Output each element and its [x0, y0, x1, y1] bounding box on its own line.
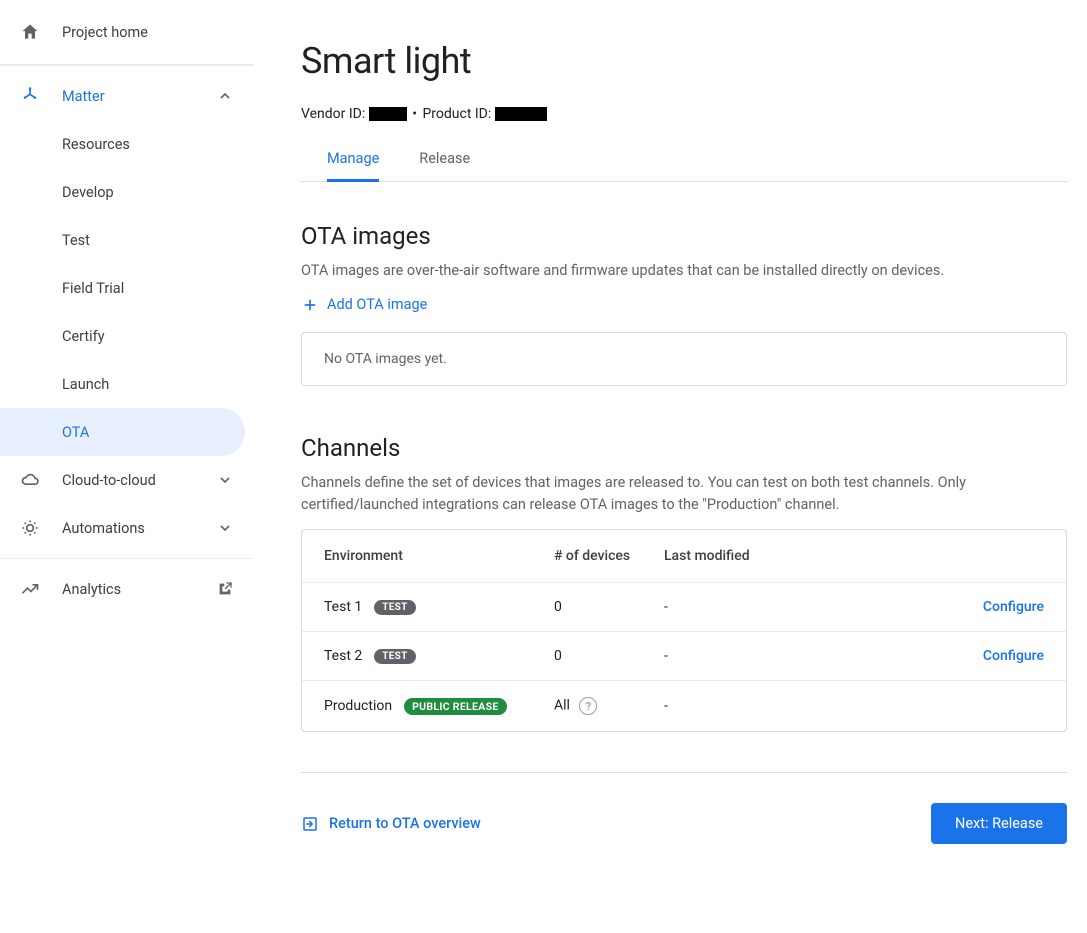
sidebar-sub-resources[interactable]: Resources	[0, 120, 253, 168]
return-label: Return to OTA overview	[329, 815, 481, 832]
help-icon[interactable]: ?	[579, 697, 597, 715]
automations-icon	[20, 518, 62, 538]
channel-name: Test 1	[324, 599, 362, 615]
sidebar-label-matter: Matter	[62, 88, 217, 105]
channel-devices: All	[554, 698, 570, 714]
ota-heading: OTA images	[301, 222, 1067, 250]
meta-separator: •	[412, 106, 417, 122]
return-icon	[301, 815, 319, 833]
sidebar-project-home[interactable]: Project home	[0, 22, 253, 42]
chevron-down-icon	[217, 472, 233, 488]
channel-modified: -	[664, 698, 1044, 714]
sidebar: Project home Matter Resources Develop Te…	[0, 0, 253, 933]
add-ota-label: Add OTA image	[327, 296, 427, 313]
table-row: Production PUBLIC RELEASE All ? -	[302, 680, 1066, 731]
plus-icon	[301, 296, 319, 314]
device-meta: Vendor ID: • Product ID:	[301, 106, 1067, 122]
channel-modified: -	[664, 599, 983, 615]
status-badge: PUBLIC RELEASE	[404, 698, 506, 715]
configure-link[interactable]: Configure	[983, 648, 1044, 664]
channel-devices: 0	[554, 648, 664, 664]
next-release-button[interactable]: Next: Release	[931, 803, 1067, 844]
col-header-devices: # of devices	[554, 548, 664, 564]
col-header-environment: Environment	[324, 548, 554, 564]
sidebar-sub-test[interactable]: Test	[0, 216, 253, 264]
sidebar-analytics[interactable]: Analytics	[0, 565, 253, 613]
sidebar-sub-certify[interactable]: Certify	[0, 312, 253, 360]
sidebar-sub-develop[interactable]: Develop	[0, 168, 253, 216]
home-icon	[20, 22, 62, 42]
footer-bar: Return to OTA overview Next: Release	[301, 772, 1067, 844]
sidebar-sub-launch[interactable]: Launch	[0, 360, 253, 408]
product-id-label: Product ID:	[422, 106, 491, 122]
return-overview-link[interactable]: Return to OTA overview	[301, 815, 481, 833]
table-row: Test 2 TEST 0 - Configure	[302, 631, 1066, 680]
status-badge: TEST	[374, 649, 415, 664]
table-row: Test 1 TEST 0 - Configure	[302, 582, 1066, 631]
cloud-icon	[20, 470, 62, 490]
product-id-redacted	[495, 107, 547, 121]
tabs: Manage Release	[301, 150, 1067, 182]
matter-icon	[20, 86, 62, 106]
configure-link[interactable]: Configure	[983, 599, 1044, 615]
status-badge: TEST	[374, 600, 415, 615]
main-content: Smart light Vendor ID: • Product ID: Man…	[253, 0, 1087, 933]
sidebar-matter[interactable]: Matter	[0, 72, 253, 120]
sidebar-cloud[interactable]: Cloud-to-cloud	[0, 456, 253, 504]
col-header-modified: Last modified	[664, 548, 1044, 564]
sidebar-label-automations: Automations	[62, 520, 217, 537]
channel-name: Production	[324, 698, 392, 714]
ota-description: OTA images are over-the-air software and…	[301, 260, 1021, 282]
channel-name: Test 2	[324, 648, 362, 664]
sidebar-sub-fieldtrial[interactable]: Field Trial	[0, 264, 253, 312]
channels-description: Channels define the set of devices that …	[301, 472, 1021, 516]
sidebar-sub-ota[interactable]: OTA	[0, 408, 245, 456]
page-title: Smart light	[301, 40, 1067, 82]
sidebar-label-cloud: Cloud-to-cloud	[62, 472, 217, 489]
tab-manage[interactable]: Manage	[327, 150, 379, 182]
add-ota-image-button[interactable]: Add OTA image	[301, 296, 427, 314]
tab-release[interactable]: Release	[419, 150, 470, 181]
sidebar-label-analytics: Analytics	[62, 581, 217, 598]
channel-modified: -	[664, 648, 983, 664]
analytics-icon	[20, 579, 62, 599]
vendor-id-label: Vendor ID:	[301, 106, 365, 122]
channels-heading: Channels	[301, 434, 1067, 462]
channels-table: Environment # of devices Last modified T…	[301, 529, 1067, 732]
chevron-down-icon	[217, 520, 233, 536]
sidebar-automations[interactable]: Automations	[0, 504, 253, 552]
channel-devices: 0	[554, 599, 664, 615]
ota-empty-state: No OTA images yet.	[301, 332, 1067, 386]
external-link-icon	[217, 581, 233, 597]
chevron-up-icon	[217, 88, 233, 104]
table-header: Environment # of devices Last modified	[302, 530, 1066, 582]
vendor-id-redacted	[369, 107, 407, 121]
sidebar-label-home: Project home	[62, 24, 233, 41]
